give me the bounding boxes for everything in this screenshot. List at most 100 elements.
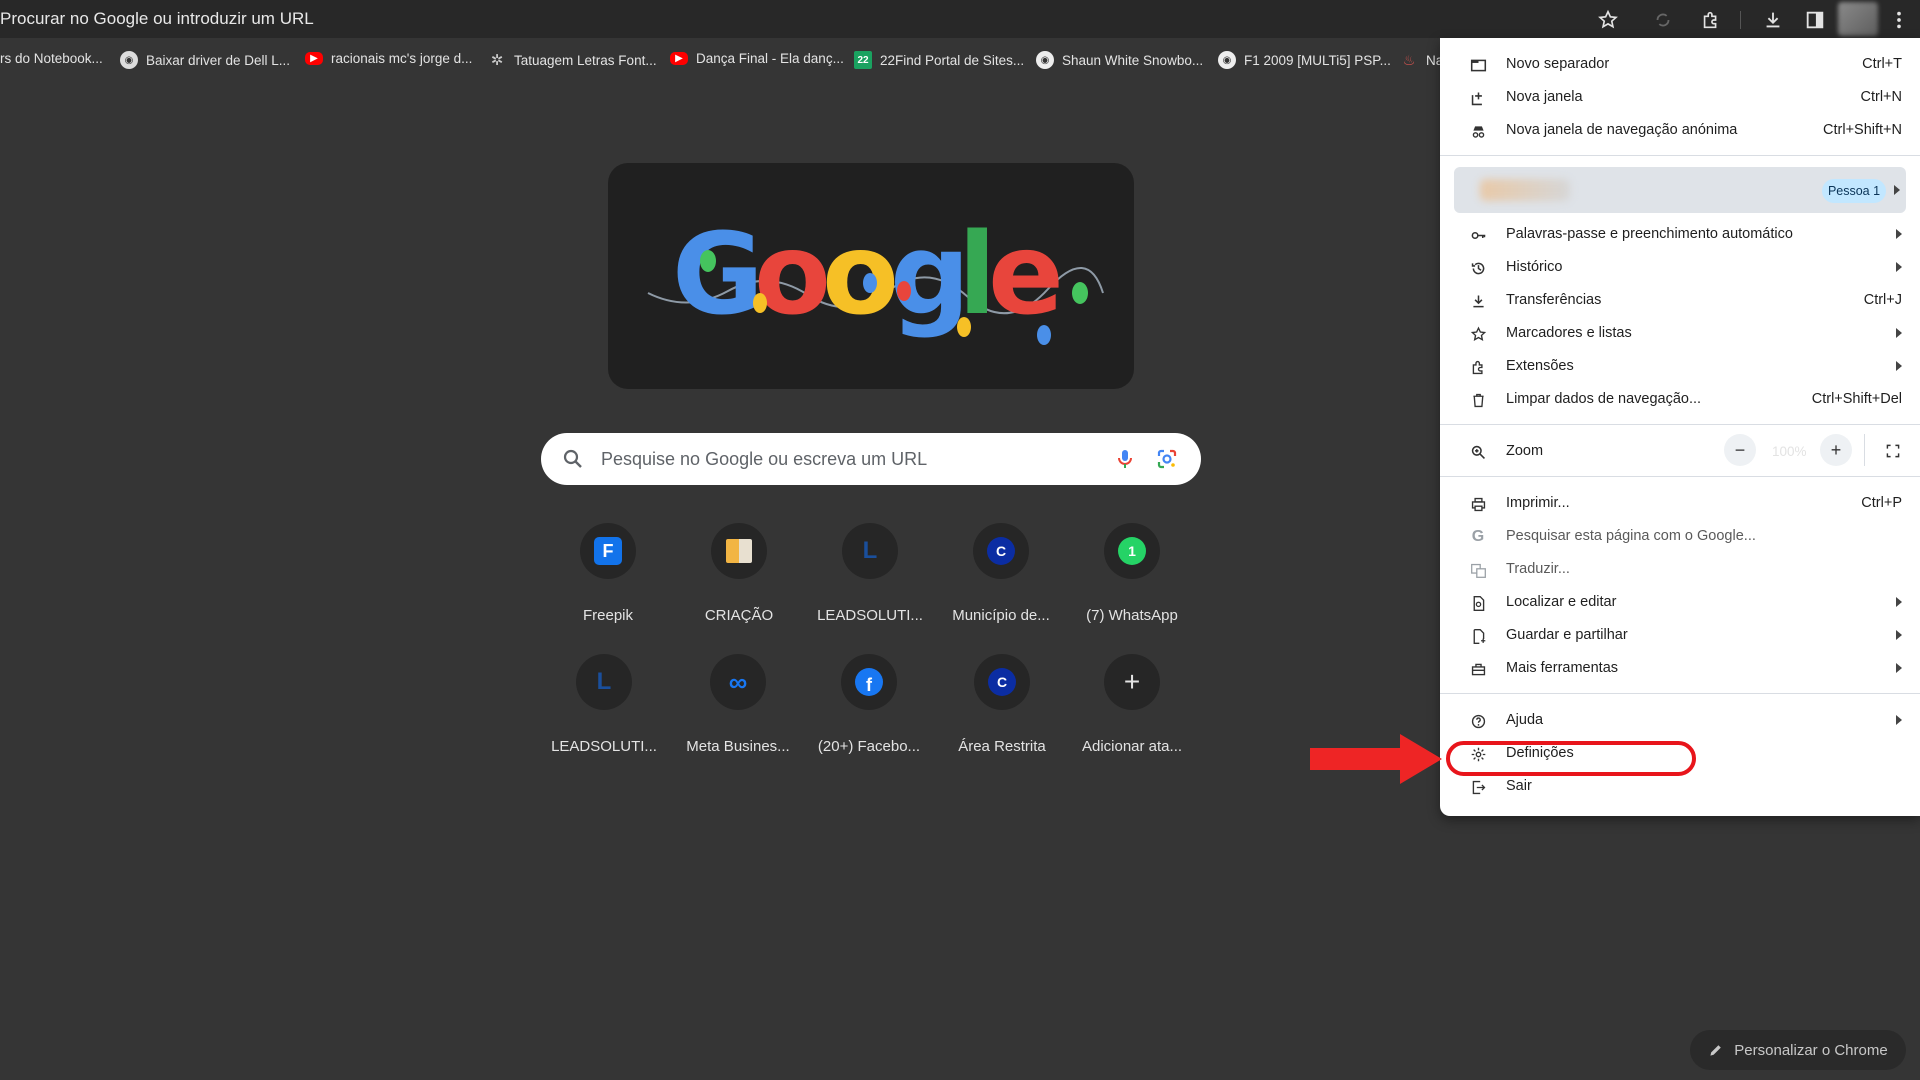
shortcut-label: Adicionar ata... bbox=[1081, 738, 1183, 755]
chrome-menu: Novo separador Ctrl+T Nova janela Ctrl+N… bbox=[1440, 38, 1920, 816]
puzzle-icon bbox=[1468, 357, 1488, 377]
new-window-icon bbox=[1468, 88, 1488, 108]
history-icon bbox=[1468, 258, 1488, 278]
menu-label: Novo separador bbox=[1506, 56, 1610, 72]
shortcut-tile[interactable]: L LEADSOLUTI... bbox=[540, 646, 668, 764]
globe-icon: ◉ bbox=[1036, 51, 1054, 69]
letter-c-icon: C bbox=[974, 654, 1030, 710]
shortcut-tile[interactable]: L LEADSOLUTI... bbox=[806, 515, 934, 633]
shortcut-label: Freepik bbox=[582, 607, 634, 624]
svg-text:e: e bbox=[988, 210, 1064, 340]
menu-item-more-tools[interactable]: Mais ferramentas bbox=[1440, 652, 1920, 685]
menu-item-incognito[interactable]: Nova janela de navegação anónima Ctrl+Sh… bbox=[1440, 114, 1920, 147]
google-lens-icon[interactable] bbox=[1155, 447, 1179, 471]
bookmark-item[interactable]: ◉ Shaun White Snowbo... bbox=[1036, 51, 1203, 69]
shortcut-label: LEADSOLUTI... bbox=[551, 738, 657, 755]
help-icon bbox=[1468, 711, 1488, 731]
menu-label: Nova janela bbox=[1506, 89, 1583, 105]
search-box[interactable] bbox=[541, 433, 1201, 485]
google-doodle[interactable]: G o o g l e bbox=[608, 163, 1134, 389]
fullscreen-button[interactable] bbox=[1878, 436, 1908, 466]
annotation-arrow-shaft bbox=[1310, 748, 1402, 770]
zoom-out-button[interactable]: − bbox=[1724, 434, 1756, 466]
youtube-icon: ▶ bbox=[670, 52, 688, 65]
bookmark-item[interactable]: ♨ Na bbox=[1400, 51, 1444, 69]
star-icon bbox=[1468, 324, 1488, 344]
menu-item-find-edit[interactable]: Localizar e editar bbox=[1440, 586, 1920, 619]
zoom-icon bbox=[1468, 442, 1488, 462]
bookmark-star-icon[interactable] bbox=[1595, 7, 1621, 33]
address-bar[interactable]: Procurar no Google ou introduzir um URL bbox=[0, 0, 1920, 38]
annotation-arrow-head bbox=[1400, 734, 1442, 784]
22find-icon: 22 bbox=[854, 51, 872, 69]
bookmark-item[interactable]: ▶ racionais mc's jorge d... bbox=[305, 51, 472, 66]
exit-icon bbox=[1468, 777, 1488, 797]
bookmark-item[interactable]: ▶ Dança Final - Ela danç... bbox=[670, 51, 844, 66]
menu-label: Pesquisar esta página com o Google... bbox=[1506, 528, 1756, 544]
download-icon[interactable] bbox=[1760, 7, 1786, 33]
extensions-puzzle-icon[interactable] bbox=[1698, 7, 1724, 33]
shortcut-tile[interactable]: C Área Restrita bbox=[938, 646, 1066, 764]
menu-shortcut: Ctrl+P bbox=[1861, 495, 1902, 511]
menu-item-clear-data[interactable]: Limpar dados de navegação... Ctrl+Shift+… bbox=[1440, 383, 1920, 416]
sync-icon[interactable] bbox=[1650, 7, 1676, 33]
menu-label: Limpar dados de navegação... bbox=[1506, 391, 1702, 407]
menu-item-profile[interactable]: Pessoa 1 bbox=[1454, 167, 1906, 213]
bookmark-item[interactable]: ✲ Tatuagem Letras Font... bbox=[488, 51, 657, 69]
bookmark-item[interactable]: 22 22Find Portal de Sites... bbox=[854, 51, 1024, 69]
shortcut-label: Área Restrita bbox=[958, 738, 1046, 755]
chevron-right-icon bbox=[1896, 663, 1902, 673]
letter-l-icon: L bbox=[842, 523, 898, 579]
shortcut-tile[interactable]: CRIAÇÃO bbox=[675, 515, 803, 633]
facebook-icon: f bbox=[841, 654, 897, 710]
annotation-highlight bbox=[1446, 741, 1696, 776]
menu-item-bookmarks[interactable]: Marcadores e listas bbox=[1440, 317, 1920, 350]
customize-label: Personalizar o Chrome bbox=[1734, 1041, 1888, 1059]
microphone-icon[interactable] bbox=[1113, 447, 1137, 471]
bookmark-item[interactable]: ◉ Baixar driver de Dell L... bbox=[120, 51, 290, 69]
menu-label: Histórico bbox=[1506, 259, 1563, 275]
profile-name bbox=[1480, 179, 1570, 201]
shortcut-tile[interactable]: F Freepik bbox=[544, 515, 672, 633]
chevron-right-icon bbox=[1896, 229, 1902, 239]
menu-item-help[interactable]: Ajuda bbox=[1440, 704, 1920, 737]
shortcut-tile[interactable]: 1 (7) WhatsApp bbox=[1068, 515, 1196, 633]
kebab-menu-icon[interactable] bbox=[1886, 7, 1912, 33]
menu-label: Palavras-passe e preenchimento automátic… bbox=[1506, 226, 1793, 242]
menu-shortcut: Ctrl+T bbox=[1862, 56, 1902, 72]
globe-icon: ◉ bbox=[120, 51, 138, 69]
shortcut-tile[interactable]: C Município de... bbox=[937, 515, 1065, 633]
menu-item-downloads[interactable]: Transferências Ctrl+J bbox=[1440, 284, 1920, 317]
menu-item-translate[interactable]: Traduzir... bbox=[1440, 553, 1920, 586]
menu-item-history[interactable]: Histórico bbox=[1440, 251, 1920, 284]
menu-item-print[interactable]: Imprimir... Ctrl+P bbox=[1440, 487, 1920, 520]
shortcut-tile[interactable]: f (20+) Facebo... bbox=[805, 646, 933, 764]
zoom-in-button[interactable]: + bbox=[1820, 434, 1852, 466]
menu-item-save-share[interactable]: Guardar e partilhar bbox=[1440, 619, 1920, 652]
menu-label: Mais ferramentas bbox=[1506, 660, 1619, 676]
bookmark-item[interactable]: ◉ F1 2009 [MULTi5] PSP... bbox=[1218, 51, 1391, 69]
customize-chrome-button[interactable]: Personalizar o Chrome bbox=[1690, 1030, 1906, 1070]
menu-item-new-window[interactable]: Nova janela Ctrl+N bbox=[1440, 81, 1920, 114]
menu-item-new-tab[interactable]: Novo separador Ctrl+T bbox=[1440, 48, 1920, 81]
menu-divider bbox=[1440, 476, 1920, 477]
globe-icon: ◉ bbox=[1218, 51, 1236, 69]
shortcut-tile[interactable]: ∞ Meta Busines... bbox=[674, 646, 802, 764]
menu-item-extensions[interactable]: Extensões bbox=[1440, 350, 1920, 383]
save-share-icon bbox=[1468, 626, 1488, 646]
freepik-icon: F bbox=[580, 523, 636, 579]
zoom-level: 100% bbox=[1772, 444, 1807, 459]
svg-text:o: o bbox=[754, 210, 831, 340]
shortcut-tile[interactable]: + Adicionar ata... bbox=[1068, 646, 1196, 764]
profile-avatar[interactable] bbox=[1838, 2, 1878, 36]
menu-item-search-page[interactable]: G Pesquisar esta página com o Google... bbox=[1440, 520, 1920, 553]
letter-l-icon: L bbox=[576, 654, 632, 710]
menu-item-passwords[interactable]: Palavras-passe e preenchimento automátic… bbox=[1440, 218, 1920, 251]
side-panel-icon[interactable] bbox=[1802, 7, 1828, 33]
new-tab-icon bbox=[1468, 55, 1488, 75]
pencil-icon bbox=[1710, 1045, 1722, 1056]
search-input[interactable] bbox=[601, 445, 1061, 473]
omnibox-text[interactable]: Procurar no Google ou introduzir um URL bbox=[0, 9, 314, 29]
bookmark-item[interactable]: rs do Notebook... bbox=[0, 51, 103, 66]
chevron-right-icon bbox=[1896, 262, 1902, 272]
